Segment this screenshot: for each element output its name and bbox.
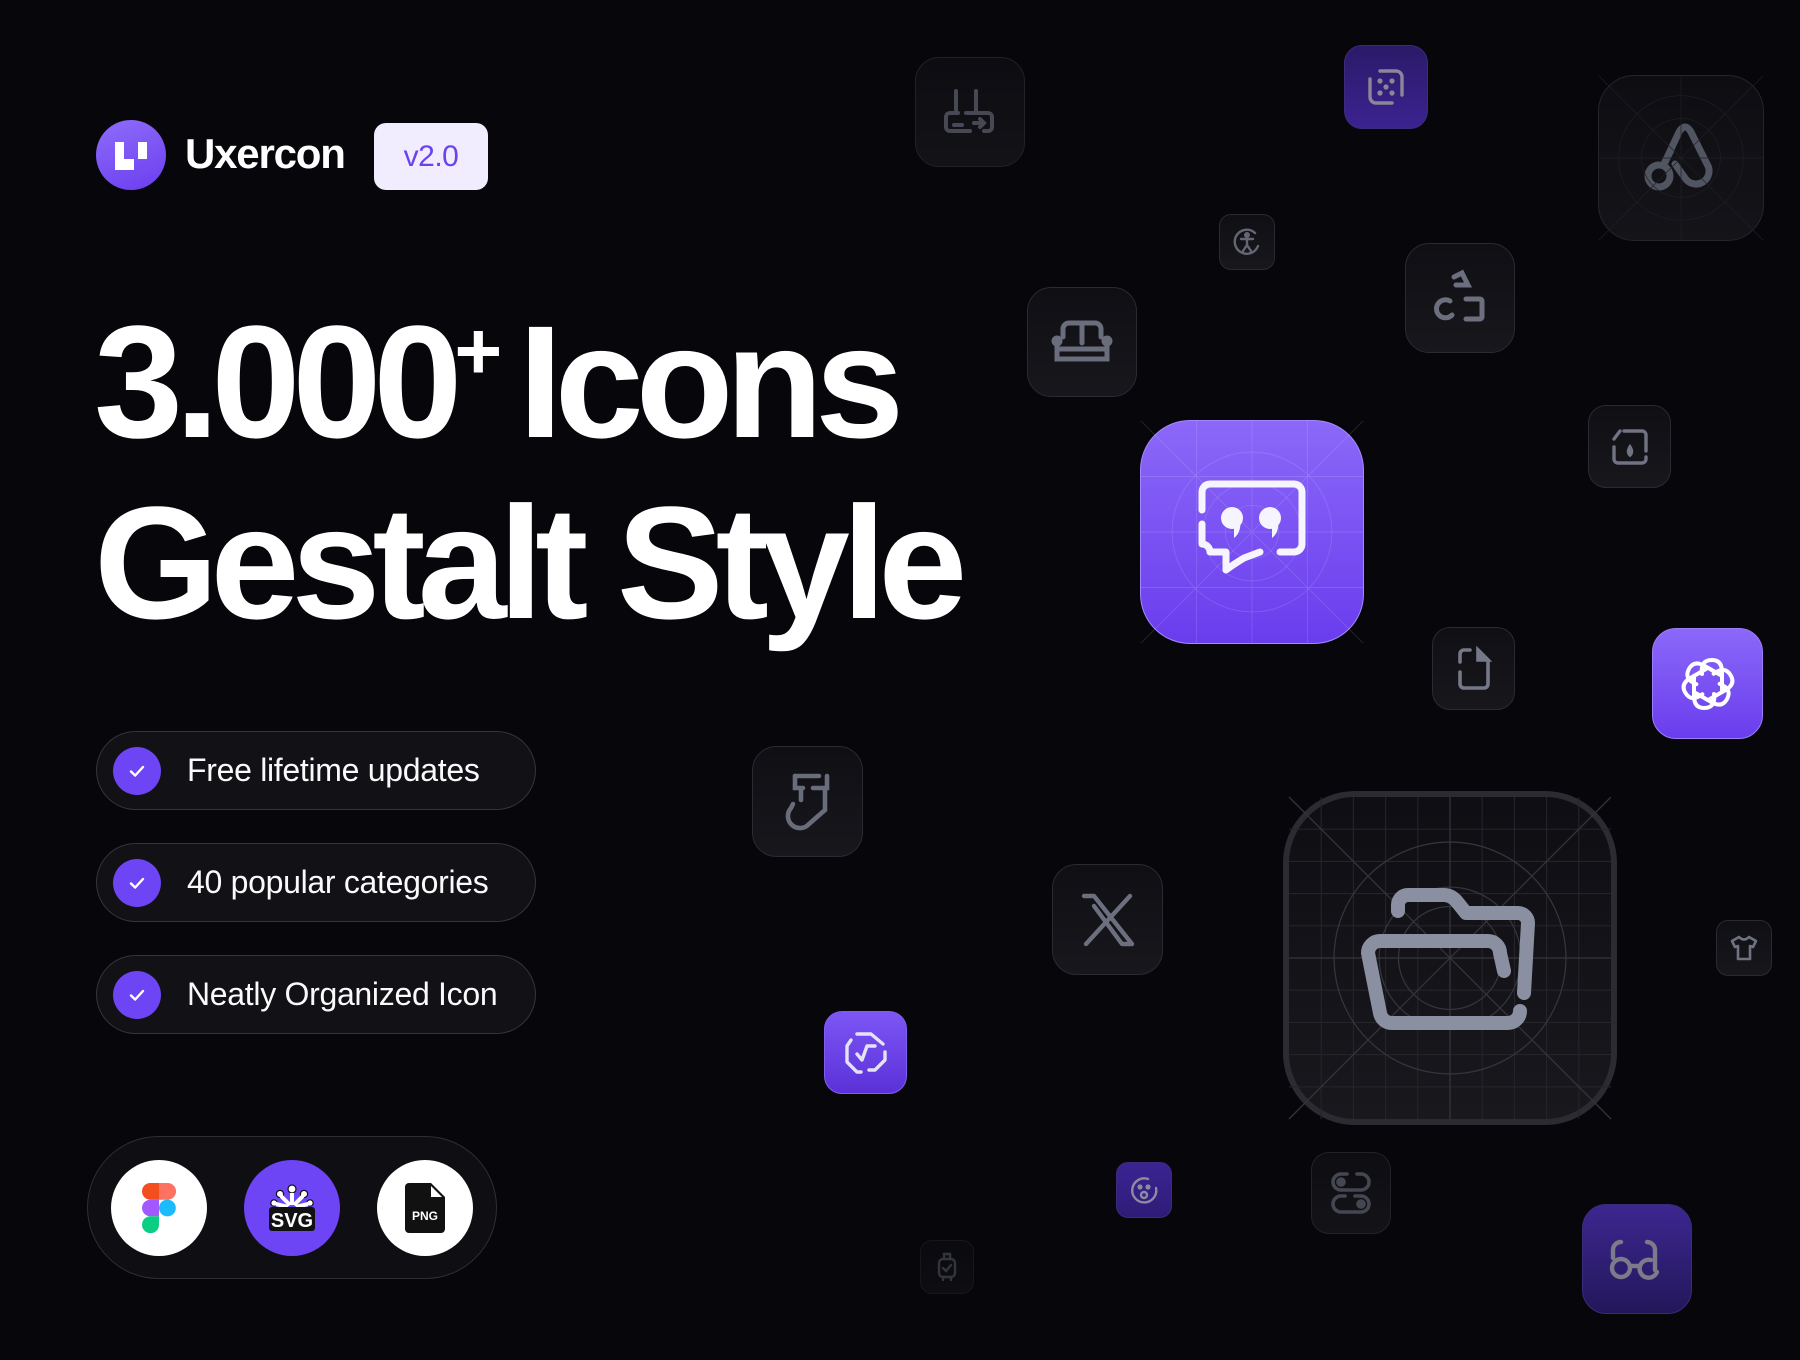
- surprised-face-icon: [1131, 1177, 1158, 1204]
- feature-pill: Free lifetime updates: [96, 731, 536, 810]
- dice-icon: [1368, 69, 1404, 105]
- sock-icon: [785, 773, 829, 830]
- paint-box-icon: [1611, 428, 1648, 465]
- openai-icon: [1681, 657, 1734, 710]
- check-icon: [113, 858, 161, 907]
- png-label: PNG: [412, 1209, 438, 1223]
- tile-glasses: [1582, 1204, 1692, 1314]
- png-file-icon: PNG: [405, 1183, 445, 1233]
- svg-icon: SVG: [269, 1184, 315, 1232]
- feature-label: 40 popular categories: [187, 864, 489, 900]
- headline-line-1: 3.000+ Icons: [94, 302, 904, 462]
- png-badge: PNG: [377, 1160, 473, 1256]
- accessibility-icon: [1233, 228, 1260, 255]
- svg-label: SVG: [271, 1210, 313, 1232]
- tile-router: [915, 57, 1025, 167]
- tile-dice: [1344, 45, 1428, 129]
- tile-toggle: [1311, 1152, 1391, 1234]
- tile-sofa: [1027, 287, 1137, 397]
- headline-icons-word: Icons: [518, 292, 904, 471]
- figma-badge: [111, 1160, 207, 1256]
- shapes-icon: [1434, 269, 1485, 322]
- tile-sock: [752, 746, 863, 857]
- icon-count: 3.000: [94, 292, 462, 471]
- airbnb-icon: [1644, 123, 1713, 191]
- file-icon: [1457, 645, 1492, 690]
- tshirt-icon: [1730, 935, 1758, 961]
- feature-label: Neatly Organized Icon: [187, 976, 498, 1012]
- format-badges: SVG PNG: [87, 1136, 497, 1279]
- feature-label: Free lifetime updates: [187, 752, 480, 788]
- sqrt-badge-icon: [844, 1031, 887, 1074]
- tile-sqrt-badge: [824, 1011, 907, 1094]
- headline-line-2: Gestalt Style: [94, 473, 967, 652]
- tile-airbnb: [1598, 75, 1764, 241]
- tile-x-logo: [1052, 864, 1163, 975]
- toggle-icon: [1331, 1172, 1371, 1214]
- check-icon: [113, 746, 161, 795]
- version-badge: v2.0: [374, 123, 488, 190]
- tile-shapes: [1405, 243, 1515, 353]
- folder-open-icon: [1361, 888, 1535, 1030]
- plus-superscript: +: [454, 306, 503, 397]
- tile-quote-chat: [1140, 420, 1364, 644]
- tile-folder-open: [1283, 791, 1617, 1125]
- feature-pill: 40 popular categories: [96, 843, 536, 922]
- router-icon: [944, 89, 994, 133]
- tile-tshirt: [1716, 920, 1772, 976]
- svg-badge: SVG: [244, 1160, 340, 1256]
- x-logo-icon: [1081, 893, 1134, 946]
- sofa-icon: [1051, 320, 1113, 362]
- brand-logo: [96, 120, 166, 190]
- feature-pill: Neatly Organized Icon: [96, 955, 536, 1034]
- brand-name: Uxercon: [185, 130, 346, 177]
- tile-surprised-face: [1116, 1162, 1172, 1218]
- quote-chat-icon: [1198, 480, 1306, 574]
- luggage-icon: [937, 1252, 957, 1282]
- tile-paint-box: [1588, 405, 1671, 488]
- tile-luggage: [920, 1240, 974, 1294]
- tile-accessibility: [1219, 214, 1275, 270]
- tile-file: [1432, 627, 1515, 710]
- glasses-icon: [1609, 1239, 1660, 1280]
- check-icon: [113, 970, 161, 1019]
- figma-icon: [142, 1183, 176, 1233]
- logo-u-icon: [115, 142, 147, 170]
- tile-openai: [1652, 628, 1763, 739]
